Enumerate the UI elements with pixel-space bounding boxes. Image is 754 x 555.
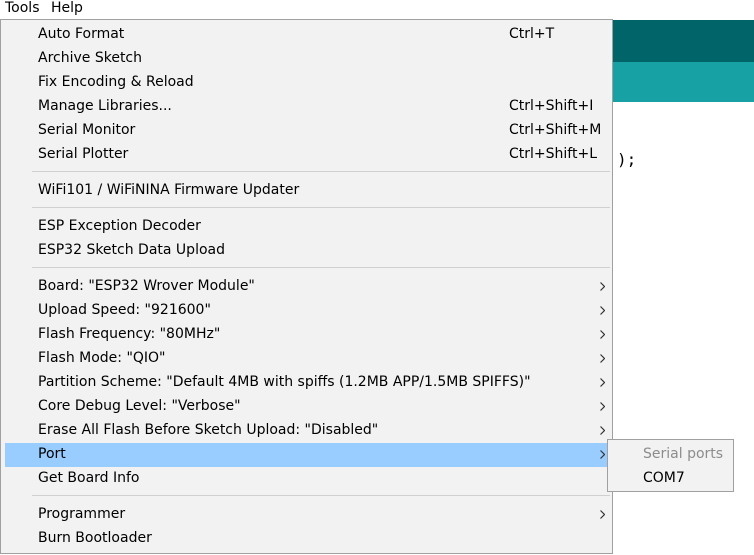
menu-item-flash-frequency[interactable]: Flash Frequency: "80MHz" (5, 323, 609, 347)
chevron-right-icon (600, 306, 605, 315)
menu-item-auto-format[interactable]: Auto Format Ctrl+T (5, 23, 609, 47)
port-item-com7[interactable]: COM7 (643, 470, 685, 486)
menu-item-label: Serial Monitor (38, 122, 136, 138)
chevron-right-icon (600, 450, 605, 459)
menu-separator (32, 171, 610, 172)
menu-item-esp-exception-decoder[interactable]: ESP Exception Decoder (5, 215, 609, 239)
menu-item-partition-scheme[interactable]: Partition Scheme: "Default 4MB with spif… (5, 371, 609, 395)
menu-item-label: Programmer (38, 506, 126, 522)
menu-item-label: Core Debug Level: "Verbose" (38, 398, 241, 414)
menu-item-flash-mode[interactable]: Flash Mode: "QIO" (5, 347, 609, 371)
port-submenu: Serial ports COM7 (607, 439, 734, 492)
menu-item-label: Upload Speed: "921600" (38, 302, 211, 318)
menu-item-fix-encoding[interactable]: Fix Encoding & Reload (5, 71, 609, 95)
menu-item-label: Board: "ESP32 Wrover Module" (38, 278, 255, 294)
menu-item-upload-speed[interactable]: Upload Speed: "921600" (5, 299, 609, 323)
menu-item-shortcut: Ctrl+Shift+M (509, 122, 602, 138)
menu-item-shortcut: Ctrl+Shift+L (509, 146, 597, 162)
menu-item-archive-sketch[interactable]: Archive Sketch (5, 47, 609, 71)
chevron-right-icon (600, 282, 605, 291)
menu-help[interactable]: Help (51, 0, 83, 18)
menu-item-label: Burn Bootloader (38, 530, 152, 546)
menu-item-serial-plotter[interactable]: Serial Plotter Ctrl+Shift+L (5, 143, 609, 167)
menu-item-port[interactable]: Port (5, 443, 609, 467)
menu-item-label: Get Board Info (38, 470, 140, 486)
menu-item-label: WiFi101 / WiFiNINA Firmware Updater (38, 182, 300, 198)
menu-item-label: Flash Mode: "QIO" (38, 350, 166, 366)
menu-item-label: Serial Plotter (38, 146, 129, 162)
menu-item-label: Port (38, 446, 66, 462)
menu-item-burn-bootloader[interactable]: Burn Bootloader (5, 527, 609, 551)
menu-item-label: Auto Format (38, 26, 125, 42)
chevron-right-icon (600, 426, 605, 435)
menu-item-label: ESP Exception Decoder (38, 218, 201, 234)
menu-item-programmer[interactable]: Programmer (5, 503, 609, 527)
menu-item-serial-monitor[interactable]: Serial Monitor Ctrl+Shift+M (5, 119, 609, 143)
menu-item-label: Flash Frequency: "80MHz" (38, 326, 221, 342)
menu-item-label: Partition Scheme: "Default 4MB with spif… (38, 374, 531, 390)
menu-item-manage-libraries[interactable]: Manage Libraries... Ctrl+Shift+I (5, 95, 609, 119)
menu-item-esp32-data-upload[interactable]: ESP32 Sketch Data Upload (5, 239, 609, 263)
menu-item-get-board-info[interactable]: Get Board Info (5, 467, 609, 491)
menu-item-core-debug-level[interactable]: Core Debug Level: "Verbose" (5, 395, 609, 419)
chevron-right-icon (600, 402, 605, 411)
menu-bar: Tools Help (0, 0, 754, 18)
menu-item-label: ESP32 Sketch Data Upload (38, 242, 225, 258)
menu-tools[interactable]: Tools (5, 0, 40, 18)
menu-separator (32, 267, 610, 268)
menu-separator (32, 207, 610, 208)
menu-item-label: Manage Libraries... (38, 98, 172, 114)
chevron-right-icon (600, 510, 605, 519)
code-fragment: ); (617, 150, 637, 169)
menu-item-shortcut: Ctrl+T (509, 26, 555, 42)
menu-item-shortcut: Ctrl+Shift+I (509, 98, 594, 114)
chevron-right-icon (600, 354, 605, 363)
menu-item-board[interactable]: Board: "ESP32 Wrover Module" (5, 275, 609, 299)
menu-item-label: Fix Encoding & Reload (38, 74, 194, 90)
menu-item-firmware-updater[interactable]: WiFi101 / WiFiNINA Firmware Updater (5, 179, 609, 203)
menu-item-erase-all-flash[interactable]: Erase All Flash Before Sketch Upload: "D… (5, 419, 609, 443)
chevron-right-icon (600, 330, 605, 339)
menu-item-label: Archive Sketch (38, 50, 143, 66)
tools-menu: Auto Format Ctrl+T Archive Sketch Fix En… (0, 19, 613, 554)
serial-ports-header: Serial ports (643, 446, 724, 462)
menu-separator (32, 495, 610, 496)
chevron-right-icon (600, 378, 605, 387)
menu-item-label: Erase All Flash Before Sketch Upload: "D… (38, 422, 379, 438)
